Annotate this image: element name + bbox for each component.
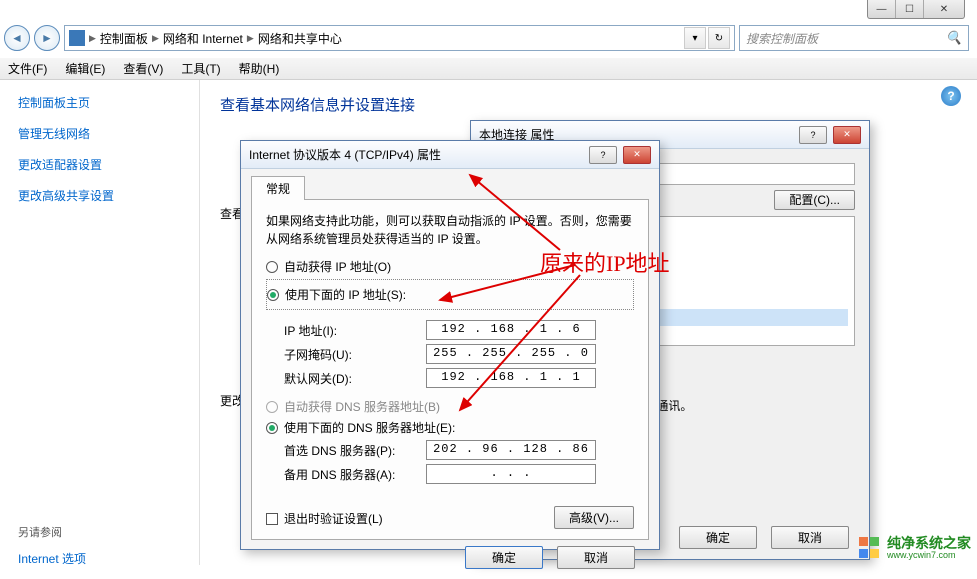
cancel-button[interactable]: 取消 bbox=[771, 526, 849, 549]
checkbox-label: 退出时验证设置(L) bbox=[284, 510, 383, 527]
close-button[interactable]: ✕ bbox=[924, 0, 964, 18]
sidebar-link-home[interactable]: 控制面板主页 bbox=[18, 94, 181, 111]
close-button[interactable]: ✕ bbox=[833, 126, 861, 144]
back-button[interactable]: ◄ bbox=[4, 25, 30, 51]
gateway-input[interactable]: 192 . 168 . 1 . 1 bbox=[426, 368, 596, 388]
sidebar-link-internet-options[interactable]: Internet 选项 bbox=[18, 550, 181, 567]
search-placeholder: 搜索控制面板 bbox=[746, 30, 818, 47]
radio-label: 自动获得 IP 地址(O) bbox=[284, 258, 391, 275]
breadcrumb[interactable]: 网络和共享中心 bbox=[258, 30, 342, 47]
breadcrumb[interactable]: 网络和 Internet bbox=[163, 30, 243, 47]
info-text: 如果网络支持此功能，则可以获取自动指派的 IP 设置。否则，您需要从网络系统管理… bbox=[266, 212, 634, 248]
radio-label: 使用下面的 DNS 服务器地址(E): bbox=[284, 419, 455, 436]
cancel-button[interactable]: 取消 bbox=[557, 546, 635, 569]
nav-toolbar: ◄ ► ▶ 控制面板 ▶ 网络和 Internet ▶ 网络和共享中心 ▾ ↻ … bbox=[4, 22, 969, 54]
radio-use-ip[interactable]: 使用下面的 IP 地址(S): bbox=[267, 286, 633, 303]
close-button[interactable]: ✕ bbox=[623, 146, 651, 164]
tab-strip: 常规 bbox=[251, 175, 649, 200]
chevron-right-icon: ▶ bbox=[152, 33, 159, 44]
configure-button[interactable]: 配置(C)... bbox=[774, 190, 855, 210]
page-title: 查看基本网络信息并设置连接 bbox=[220, 94, 957, 115]
watermark-logo-icon bbox=[859, 537, 881, 559]
watermark: 纯净系统之家 www.ycwin7.com bbox=[859, 536, 971, 561]
chevron-right-icon: ▶ bbox=[247, 33, 254, 44]
gateway-label: 默认网关(D): bbox=[266, 370, 426, 387]
dropdown-button[interactable]: ▾ bbox=[684, 27, 706, 49]
ok-button[interactable]: 确定 bbox=[465, 546, 543, 569]
ok-button[interactable]: 确定 bbox=[679, 526, 757, 549]
watermark-title: 纯净系统之家 bbox=[887, 536, 971, 551]
radio-icon bbox=[266, 422, 278, 434]
tab-general[interactable]: 常规 bbox=[251, 176, 305, 200]
radio-label: 自动获得 DNS 服务器地址(B) bbox=[284, 398, 440, 415]
sidebar-link-adapter[interactable]: 更改适配器设置 bbox=[18, 156, 181, 173]
search-icon: 🔍 bbox=[946, 30, 962, 46]
dns2-label: 备用 DNS 服务器(A): bbox=[266, 466, 426, 483]
see-also-label: 另请参阅 bbox=[18, 524, 181, 540]
side-panel: 控制面板主页 管理无线网络 更改适配器设置 更改高级共享设置 另请参阅 Inte… bbox=[0, 80, 200, 565]
ip-address-label: IP 地址(I): bbox=[266, 322, 426, 339]
radio-icon bbox=[267, 289, 279, 301]
ipv4-properties-dialog: Internet 协议版本 4 (TCP/IPv4) 属性 ? ✕ 常规 如果网… bbox=[240, 140, 660, 550]
address-bar[interactable]: ▶ 控制面板 ▶ 网络和 Internet ▶ 网络和共享中心 ▾ ↻ bbox=[64, 25, 735, 51]
radio-auto-dns: 自动获得 DNS 服务器地址(B) bbox=[266, 398, 634, 415]
breadcrumb[interactable]: 控制面板 bbox=[100, 30, 148, 47]
radio-label: 使用下面的 IP 地址(S): bbox=[285, 286, 406, 303]
menu-file[interactable]: 文件(F) bbox=[8, 60, 47, 77]
dns1-input[interactable]: 202 . 96 . 128 . 86 bbox=[426, 440, 596, 460]
minimize-button[interactable]: — bbox=[868, 0, 896, 18]
window-control-group: — ☐ ✕ bbox=[867, 0, 965, 19]
dns2-input[interactable]: . . . bbox=[426, 464, 596, 484]
refresh-button[interactable]: ↻ bbox=[708, 27, 730, 49]
help-button[interactable]: ? bbox=[589, 146, 617, 164]
dialog-title: Internet 协议版本 4 (TCP/IPv4) 属性 bbox=[249, 146, 441, 163]
dialog-title-bar[interactable]: Internet 协议版本 4 (TCP/IPv4) 属性 ? ✕ bbox=[241, 141, 659, 169]
forward-button[interactable]: ► bbox=[34, 25, 60, 51]
checkbox-icon bbox=[266, 513, 278, 525]
radio-use-dns[interactable]: 使用下面的 DNS 服务器地址(E): bbox=[266, 419, 634, 436]
menu-view[interactable]: 查看(V) bbox=[123, 60, 163, 77]
search-input[interactable]: 搜索控制面板 🔍 bbox=[739, 25, 969, 51]
maximize-button[interactable]: ☐ bbox=[896, 0, 924, 18]
help-button[interactable]: ? bbox=[799, 126, 827, 144]
annotation-text: 原来的IP地址 bbox=[540, 246, 670, 278]
radio-icon bbox=[266, 261, 278, 273]
dns1-label: 首选 DNS 服务器(P): bbox=[266, 442, 426, 459]
sidebar-link-sharing[interactable]: 更改高级共享设置 bbox=[18, 187, 181, 204]
help-icon[interactable]: ? bbox=[941, 86, 961, 106]
menu-tools[interactable]: 工具(T) bbox=[181, 60, 220, 77]
chevron-right-icon: ▶ bbox=[89, 33, 96, 44]
menu-help[interactable]: 帮助(H) bbox=[239, 60, 280, 77]
menu-edit[interactable]: 编辑(E) bbox=[65, 60, 105, 77]
control-panel-icon bbox=[69, 30, 85, 46]
advanced-button[interactable]: 高级(V)... bbox=[554, 506, 634, 529]
watermark-url: www.ycwin7.com bbox=[887, 551, 971, 561]
radio-icon bbox=[266, 401, 278, 413]
validate-on-exit-checkbox[interactable]: 退出时验证设置(L) bbox=[266, 510, 383, 527]
menu-bar: 文件(F) 编辑(E) 查看(V) 工具(T) 帮助(H) bbox=[0, 58, 977, 80]
sidebar-link-wireless[interactable]: 管理无线网络 bbox=[18, 125, 181, 142]
ip-address-input[interactable]: 192 . 168 . 1 . 6 bbox=[426, 320, 596, 340]
subnet-mask-label: 子网掩码(U): bbox=[266, 346, 426, 363]
subnet-mask-input[interactable]: 255 . 255 . 255 . 0 bbox=[426, 344, 596, 364]
